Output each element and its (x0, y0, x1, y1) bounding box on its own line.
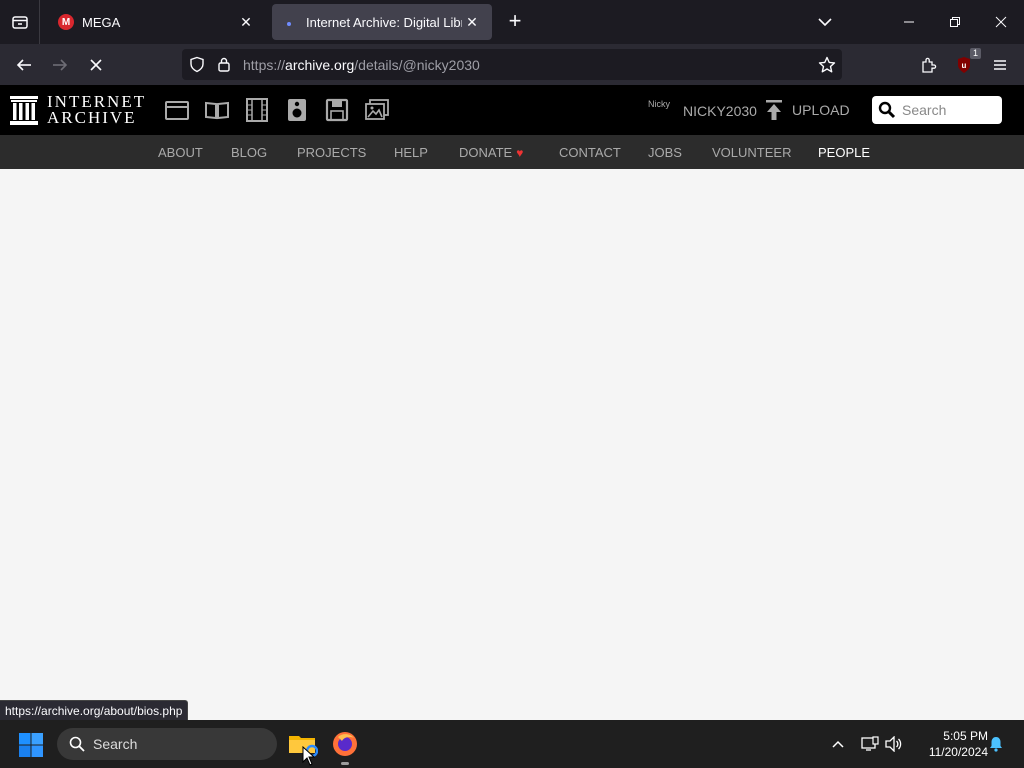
shield-icon[interactable] (189, 56, 205, 73)
stop-x-icon (90, 59, 102, 71)
ia-search-input[interactable] (902, 102, 1002, 118)
tab-title: Internet Archive: Digital Library (306, 14, 462, 30)
network-icon (861, 736, 879, 751)
link-status-url: https://archive.org/about/bios.php (0, 700, 189, 720)
images-icon[interactable] (364, 97, 390, 123)
lock-icon[interactable] (217, 56, 231, 73)
stop-button[interactable] (83, 52, 109, 78)
back-arrow-icon (16, 59, 31, 71)
restore-button[interactable] (932, 0, 978, 44)
navigation-toolbar: https://archive.org/details/@nicky2030 u… (0, 44, 1024, 85)
bookmark-star-icon[interactable] (818, 56, 836, 74)
ia-sub-nav: ABOUT BLOG PROJECTS HELP DONATE ♥ CONTACT… (0, 135, 1024, 169)
url-text[interactable]: https://archive.org/details/@nicky2030 (243, 57, 480, 73)
taskbar-clock[interactable]: 5:05 PM 11/20/2024 (912, 728, 988, 760)
upload-arrow-icon (766, 100, 782, 120)
close-window-button[interactable] (978, 0, 1024, 44)
search-icon (69, 736, 85, 752)
url-scheme: https:// (243, 57, 286, 73)
back-button[interactable] (11, 52, 37, 78)
extension-badge: 1 (969, 48, 981, 59)
nav-donate[interactable]: DONATE ♥ (459, 145, 523, 160)
show-hidden-icons-button[interactable] (826, 732, 850, 756)
network-button[interactable] (858, 732, 882, 756)
minimize-icon (904, 21, 914, 23)
clock-date: 11/20/2024 (928, 745, 988, 759)
tab-list-icon (11, 16, 28, 29)
texts-icon[interactable] (204, 97, 230, 123)
audio-icon[interactable] (284, 97, 310, 123)
close-icon[interactable]: ✕ (236, 14, 256, 31)
taskbar-search[interactable]: Search (57, 728, 277, 760)
upload-button[interactable]: UPLOAD (764, 99, 850, 121)
new-tab-button[interactable]: + (504, 10, 526, 34)
software-icon[interactable] (324, 97, 350, 123)
chevron-down-icon (818, 18, 832, 27)
user-name-link[interactable]: NICKY2030 (683, 103, 757, 119)
url-path: /details/@nicky2030 (354, 57, 480, 73)
nav-projects[interactable]: PROJECTS (297, 145, 366, 160)
taskbar-search-label: Search (93, 736, 138, 752)
windows-start-icon[interactable] (18, 732, 44, 758)
upload-label: UPLOAD (792, 102, 850, 118)
search-icon (878, 101, 896, 119)
tab-strip: M MEGA ✕ Internet Archive: Digital Libra… (0, 0, 1024, 44)
close-icon[interactable]: ✕ (462, 14, 482, 31)
loading-icon (284, 17, 294, 27)
notifications-button[interactable] (984, 732, 1008, 756)
firefox-icon[interactable] (330, 729, 360, 759)
hamburger-menu-icon (994, 60, 1006, 70)
tab-list-button[interactable] (0, 0, 40, 44)
svg-text:u: u (962, 61, 967, 70)
tab-mega[interactable]: M MEGA ✕ (48, 4, 266, 40)
volume-button[interactable] (882, 732, 906, 756)
video-icon[interactable] (244, 97, 270, 123)
list-all-tabs-button[interactable] (814, 12, 836, 32)
archive-building-icon (10, 96, 38, 125)
tab-title: MEGA (82, 14, 121, 30)
nav-blog[interactable]: BLOG (231, 145, 267, 160)
restore-icon (950, 17, 960, 27)
forward-button[interactable] (47, 52, 73, 78)
bell-icon (990, 737, 1002, 752)
close-icon (995, 16, 1007, 28)
forward-arrow-icon (53, 59, 68, 71)
nav-people[interactable]: PEOPLE (818, 145, 870, 160)
clock-time: 5:05 PM (943, 729, 988, 743)
nav-help[interactable]: HELP (394, 145, 428, 160)
speaker-icon (885, 736, 902, 752)
mega-icon: M (58, 14, 74, 30)
url-host: archive.org (285, 57, 355, 73)
heart-icon: ♥ (516, 146, 524, 160)
ublock-button[interactable]: u 1 (951, 48, 981, 78)
nav-contact[interactable]: CONTACT (559, 145, 621, 160)
ia-logo[interactable]: INTERNET ARCHIVE (9, 93, 149, 129)
firefox-running-indicator (341, 762, 349, 765)
ia-header: INTERNET ARCHIVE Nicky NICKY2030 UPLOAD (0, 85, 1024, 135)
logo-line-archive: ARCHIVE (47, 108, 137, 127)
url-bar[interactable]: https://archive.org/details/@nicky2030 (182, 49, 842, 80)
nav-jobs[interactable]: JOBS (648, 145, 682, 160)
tab-internet-archive[interactable]: Internet Archive: Digital Library ✕ (272, 4, 492, 40)
ia-search-box[interactable] (872, 96, 1002, 124)
extensions-button[interactable] (916, 52, 942, 78)
nav-volunteer[interactable]: VOLUNTEER (712, 145, 791, 160)
windows-taskbar: Search 5:05 PM 11/20/2024 (0, 720, 1024, 768)
nav-about[interactable]: ABOUT (158, 145, 203, 160)
page-content (0, 169, 1024, 720)
user-avatar-label[interactable]: Nicky (648, 99, 670, 109)
nav-donate-label: DONATE (459, 145, 513, 160)
chevron-up-icon (832, 740, 844, 748)
mouse-cursor-icon (302, 746, 316, 766)
minimize-button[interactable] (886, 0, 932, 44)
puzzle-icon (922, 57, 937, 73)
menu-button[interactable] (987, 52, 1013, 78)
web-icon[interactable] (164, 97, 190, 123)
